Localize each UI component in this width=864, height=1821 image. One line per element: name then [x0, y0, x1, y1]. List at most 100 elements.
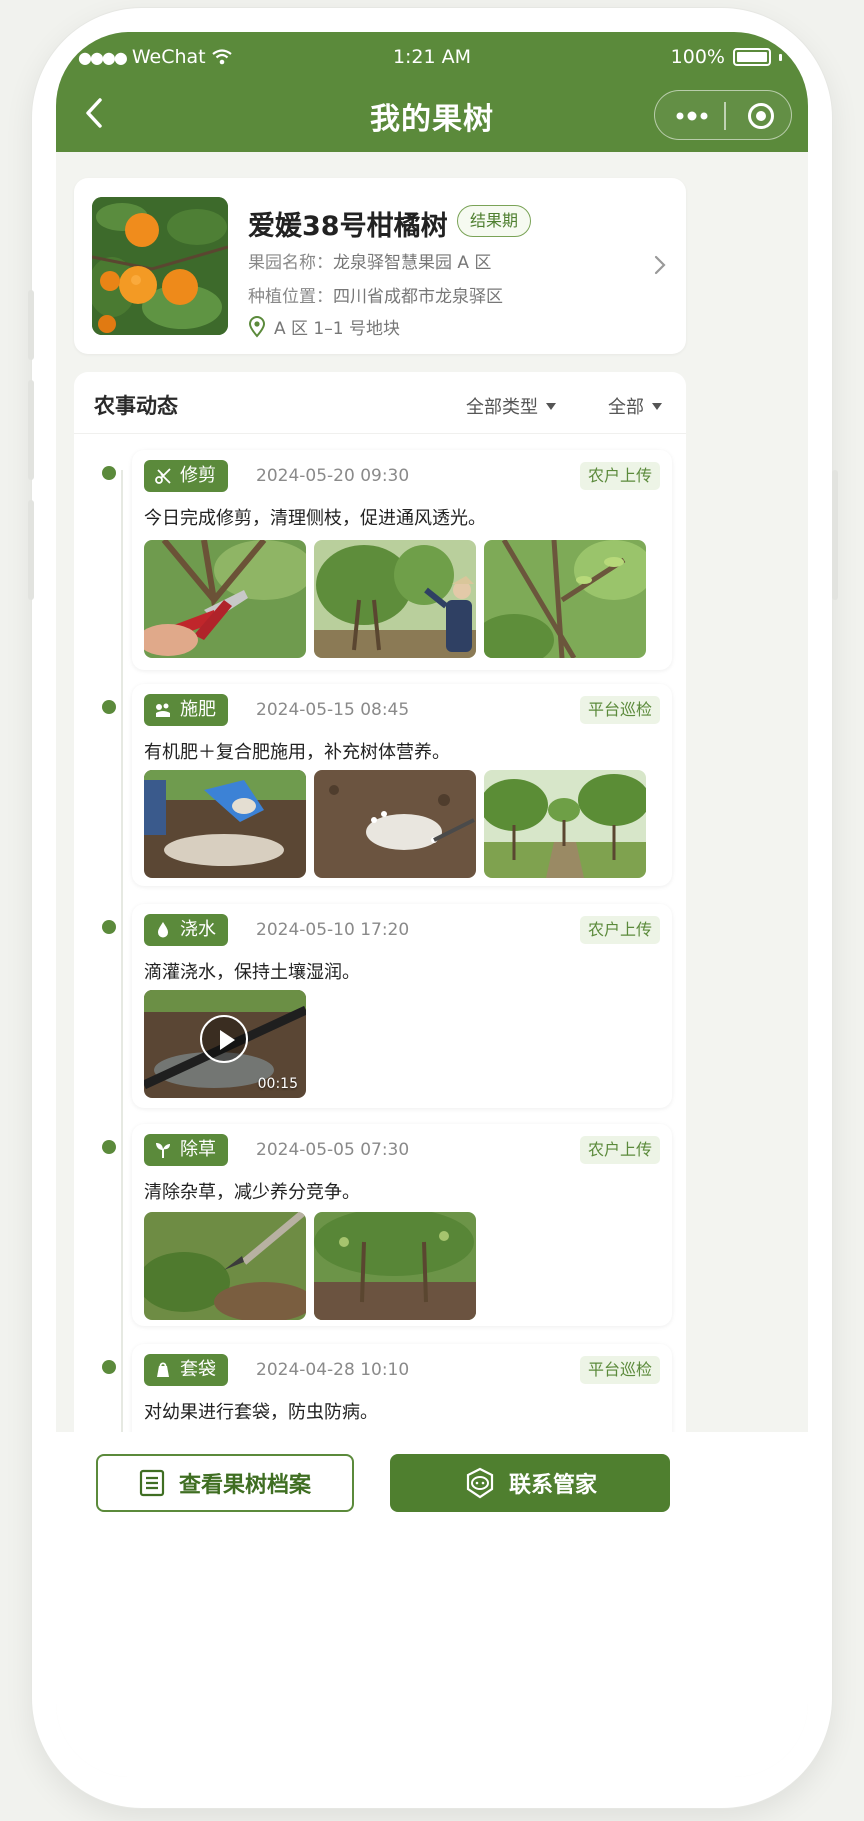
activity-entry[interactable]: 浇水 2024-05-10 17:20 农户上传 滴灌浇水，保持土壤湿润。 00…	[102, 904, 672, 1108]
timeline-dot	[102, 1140, 116, 1154]
tree-photo	[92, 197, 228, 335]
activity-description: 今日完成修剪，清理侧枝，促进通风透光。	[144, 508, 486, 529]
feed-title: 农事动态	[94, 394, 178, 418]
source-badge: 平台巡检	[579, 1356, 660, 1384]
photo-row	[144, 770, 646, 878]
tree-name: 爱媛38号柑橘树	[248, 211, 448, 242]
location-line: 种植位置：四川省成都市龙泉驿区	[248, 282, 503, 307]
activity-entry[interactable]: 除草 2024-05-05 07:30 农户上传 清除杂草，减少养分竞争。	[102, 1124, 672, 1326]
source-badge: 农户上传	[579, 1136, 660, 1164]
location-label: 种植位置：	[248, 287, 333, 307]
type-filter-label: 全部类型	[466, 397, 538, 418]
activity-type-tag: 除草	[144, 1134, 228, 1166]
contact-manager-button[interactable]: 联系管家	[390, 1454, 670, 1512]
phone-side-button	[28, 290, 34, 360]
source-badge: 农户上传	[579, 462, 660, 490]
location-pin-icon	[248, 315, 266, 338]
caret-down-icon	[652, 402, 662, 410]
activity-time: 2024-05-10 17:20	[256, 920, 410, 940]
location-value: 四川省成都市龙泉驿区	[333, 287, 503, 307]
phone-side-button	[28, 380, 34, 480]
mini-program-capsule	[654, 90, 792, 140]
timeline-line	[121, 470, 123, 1510]
play-icon[interactable]	[200, 1015, 248, 1063]
timeline-dot	[102, 920, 116, 934]
farm-activity-feed: 农事动态 全部类型 全部 修剪 2024-05-20 09:30 农户上传 今日…	[74, 372, 686, 1542]
caret-down-icon	[546, 402, 556, 410]
activity-description: 滴灌浇水，保持土壤湿润。	[144, 962, 360, 983]
activity-type-tag: 施肥	[144, 694, 228, 726]
navigation-bar: 我的果树	[56, 82, 808, 152]
fertilizer-icon	[156, 703, 170, 717]
feed-header: 农事动态 全部类型 全部	[74, 372, 686, 434]
chat-icon	[466, 1467, 494, 1499]
activity-type-tag: 浇水	[144, 914, 228, 946]
battery-cap	[779, 53, 782, 61]
activity-description: 有机肥＋复合肥施用，补充树体营养。	[144, 742, 450, 763]
activity-type-tag: 套袋	[144, 1354, 228, 1386]
capsule-divider	[724, 102, 726, 130]
top-bar: ●●●● WeChat 1:21 AM 100% 我的果树	[56, 32, 808, 152]
activity-photo[interactable]	[144, 770, 306, 878]
source-badge: 平台巡检	[579, 696, 660, 724]
orchard-line: 果园名称：龙泉驿智慧果园 A 区	[248, 248, 491, 273]
type-filter-dropdown[interactable]: 全部类型	[466, 393, 556, 419]
activity-type-label: 除草	[180, 1139, 216, 1160]
source-badge: 农户上传	[579, 916, 660, 944]
plot-value: A 区 1–1 号地块	[274, 319, 400, 339]
document-icon	[139, 1469, 165, 1497]
water-drop-icon	[158, 922, 168, 938]
activity-time: 2024-05-05 07:30	[256, 1140, 410, 1160]
growth-stage-badge: 结果期	[457, 205, 532, 237]
sprout-icon	[156, 1143, 170, 1158]
activity-type-tag: 修剪	[144, 460, 228, 492]
tree-info-card[interactable]: 爱媛38号柑橘树 结果期 果园名称：龙泉驿智慧果园 A 区 种植位置：四川省成都…	[74, 178, 686, 354]
close-mini-program-icon[interactable]	[747, 102, 775, 130]
source-filter-dropdown[interactable]: 全部	[608, 393, 662, 419]
photo-row	[144, 540, 646, 658]
phone-side-button	[28, 500, 34, 600]
activity-type-label: 浇水	[180, 919, 216, 940]
source-filter-label: 全部	[608, 397, 644, 418]
bag-icon	[157, 1362, 169, 1377]
orchard-name: 龙泉驿智慧果园 A 区	[333, 253, 492, 273]
activity-photo[interactable]	[484, 540, 646, 658]
activity-type-label: 施肥	[180, 699, 216, 720]
more-icon[interactable]	[675, 104, 709, 128]
view-tree-archive-button[interactable]: 查看果树档案	[96, 1454, 354, 1512]
activity-photo[interactable]	[484, 770, 646, 878]
chevron-right-icon	[654, 255, 666, 275]
battery-icon	[733, 48, 771, 66]
photo-row	[144, 1212, 476, 1320]
timeline-dot	[102, 1360, 116, 1374]
contact-manager-label: 联系管家	[508, 1473, 597, 1498]
activity-time: 2024-05-20 09:30	[256, 466, 410, 486]
activity-description: 清除杂草，减少养分竞争。	[144, 1182, 360, 1203]
status-bar: ●●●● WeChat 1:21 AM 100%	[56, 40, 808, 76]
activity-photo[interactable]	[144, 1212, 306, 1320]
activity-entry[interactable]: 施肥 2024-05-15 08:45 平台巡检 有机肥＋复合肥施用，补充树体营…	[102, 684, 672, 886]
screen: ●●●● WeChat 1:21 AM 100% 我的果树 爱媛38号柑橘树 结…	[56, 32, 808, 1777]
video-duration: 00:15	[257, 1076, 298, 1092]
activity-photo[interactable]	[314, 1212, 476, 1320]
orchard-label: 果园名称：	[248, 253, 333, 273]
activity-video[interactable]: 00:15	[144, 990, 306, 1098]
activity-photo[interactable]	[314, 540, 476, 658]
activity-photo[interactable]	[314, 770, 476, 878]
activity-photo[interactable]	[144, 540, 306, 658]
activity-entry[interactable]: 修剪 2024-05-20 09:30 农户上传 今日完成修剪，清理侧枝，促进通…	[102, 450, 672, 670]
plot-line: A 区 1–1 号地块	[248, 314, 400, 339]
view-tree-archive-label: 查看果树档案	[178, 1473, 311, 1498]
activity-time: 2024-05-15 08:45	[256, 700, 410, 720]
activity-type-label: 修剪	[180, 465, 216, 486]
photo-row: 00:15	[144, 990, 306, 1098]
activity-time: 2024-04-28 10:10	[256, 1360, 410, 1380]
activity-type-label: 套袋	[180, 1359, 216, 1380]
phone-side-button	[832, 470, 838, 600]
battery-percent: 100%	[670, 46, 725, 68]
bottom-action-bar: 查看果树档案 联系管家	[56, 1432, 808, 1777]
activity-description: 对幼果进行套袋，防虫防病。	[144, 1402, 378, 1423]
timeline-dot	[102, 700, 116, 714]
timeline-dot	[102, 466, 116, 480]
scissors-icon	[155, 468, 171, 484]
